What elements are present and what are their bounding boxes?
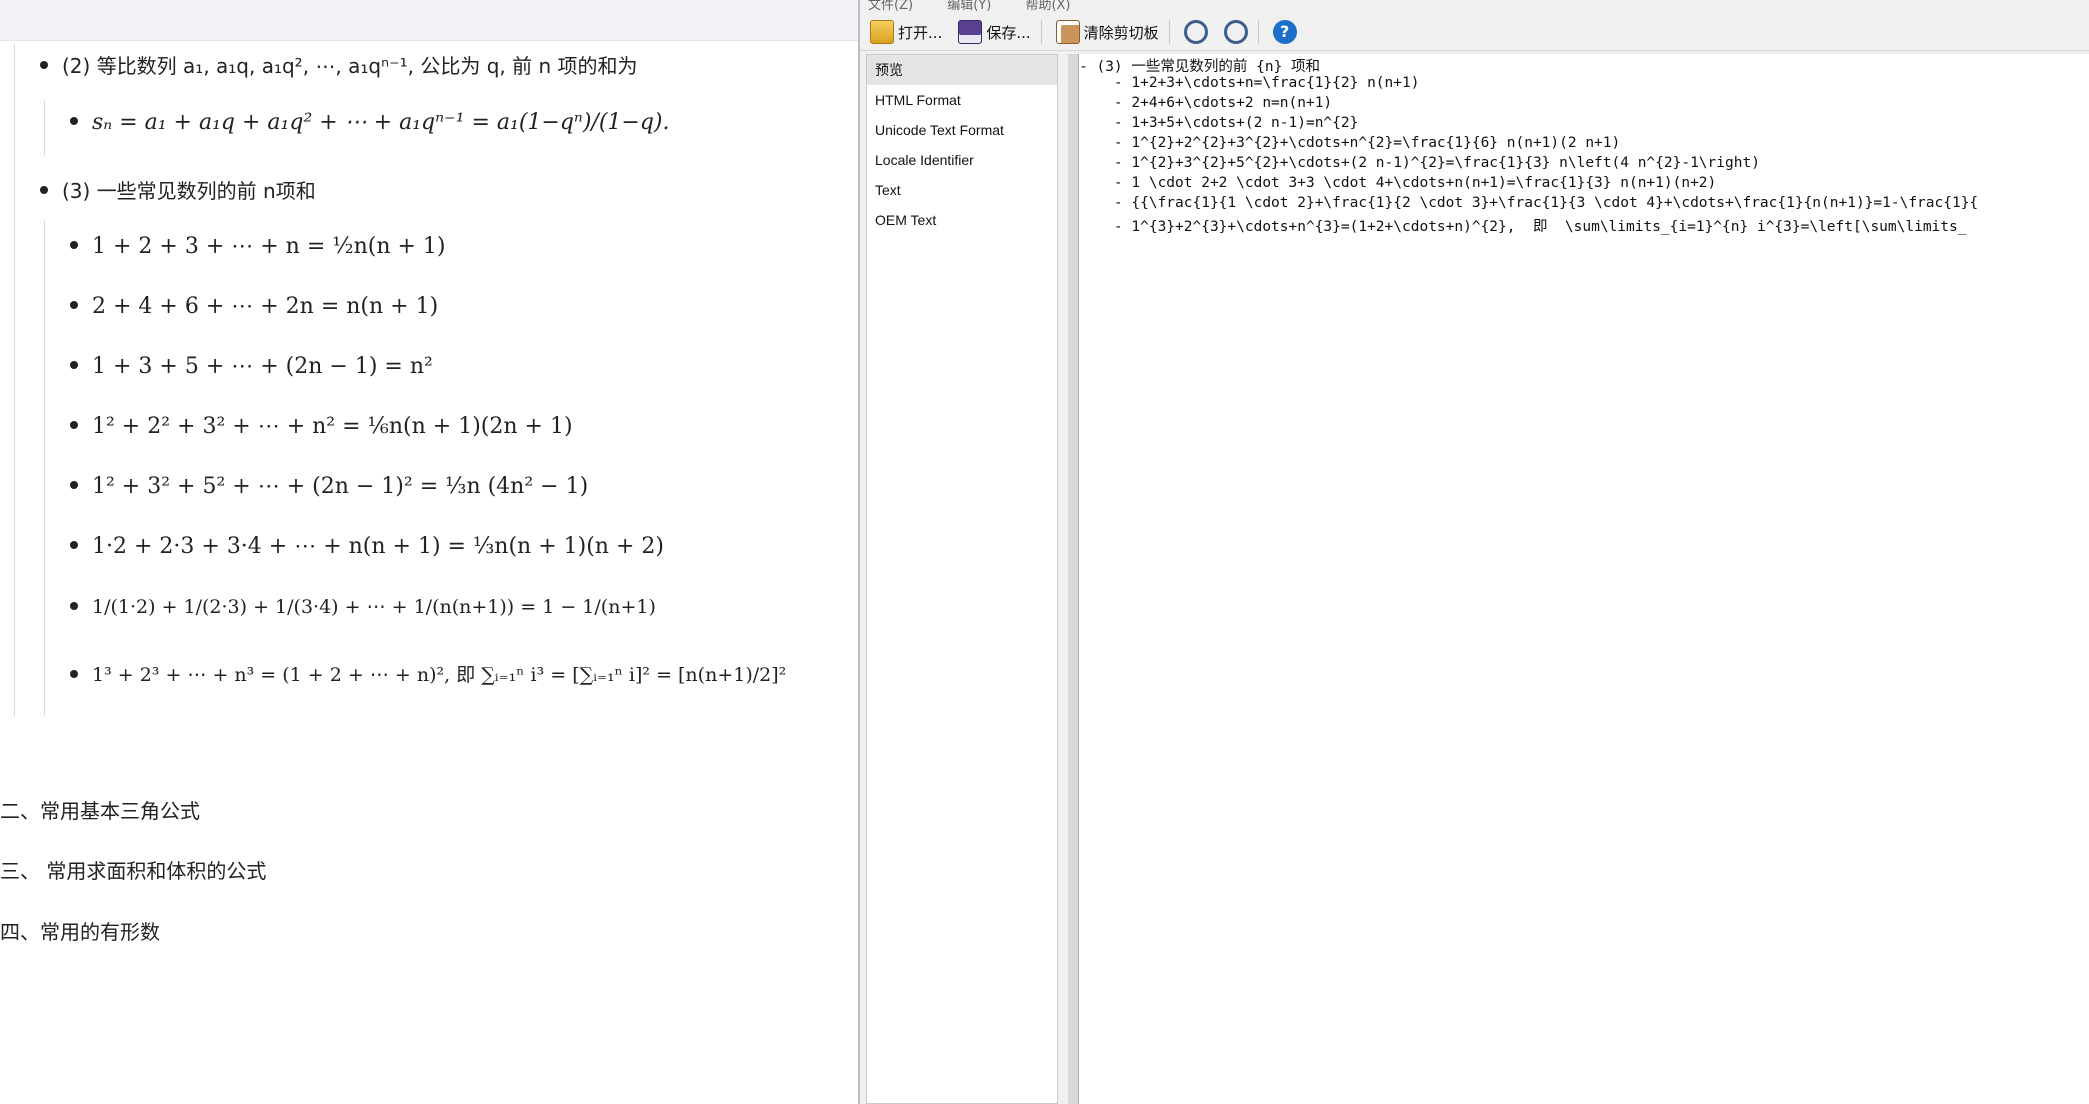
geometric-series-item: (2) 等比数列 a₁, a₁q, a₁q², ⋯, a₁qⁿ⁻¹, 公比为 q… <box>40 50 638 79</box>
document-top-bar <box>0 0 858 41</box>
heading-area-volume-formulas: 三、 常用求面积和体积的公式 <box>0 859 267 883</box>
line-number-gutter <box>1068 54 1079 1104</box>
menu-file[interactable]: 文件(Z) <box>868 0 913 13</box>
format-item-locale-identifier[interactable]: Locale Identifier <box>867 145 1057 175</box>
code-line: - 1+3+5+\cdots+(2 n-1)=n^{2} <box>1079 115 1359 131</box>
toolbar: 打开... 保存... 清除剪切板 ? <box>860 14 2089 51</box>
clear-clipboard-button[interactable]: 清除剪切板 <box>1050 17 1165 47</box>
code-line: - 1^{2}+2^{2}+3^{2}+\cdots+n^{2}=\frac{1… <box>1079 135 1621 151</box>
common-sums-item: (3) 一些常见数列的前 n项和 <box>40 175 316 204</box>
formula-sum-reciprocals: 1/(1·2) + 1/(2·3) + 1/(3·4) + ⋯ + 1/(n(n… <box>70 596 656 618</box>
help-button[interactable]: ? <box>1267 17 1303 47</box>
formula-sum-cubes: 1³ + 2³ + ⋯ + n³ = (1 + 2 + ⋯ + n)², 即 ∑… <box>70 660 786 687</box>
code-line: - {{\frac{1}{1 \cdot 2}+\frac{1}{2 \cdot… <box>1079 195 1979 211</box>
open-button[interactable]: 打开... <box>864 17 948 47</box>
code-line: - 1 \cdot 2+2 \cdot 3+3 \cdot 4+\cdots+n… <box>1079 175 1717 191</box>
formula-sum-products: 1·2 + 2·3 + 3·4 + ⋯ + n(n + 1) = ⅓n(n + … <box>70 534 664 559</box>
clipboard-viewer-window: 文件(Z) 编辑(Y) 帮助(X) 打开... 保存... 清除剪切板 ? 预览 <box>858 0 2089 1104</box>
heading-trig-formulas: 二、常用基本三角公式 <box>0 799 200 823</box>
format-item-oem-text[interactable]: OEM Text <box>867 205 1057 235</box>
formula-sum-odd-squares: 1² + 3² + 5² + ⋯ + (2n − 1)² = ⅓n (4n² −… <box>70 474 588 499</box>
floppy-disk-icon <box>958 20 983 44</box>
menu-edit[interactable]: 编辑(Y) <box>947 0 991 13</box>
zoom-out-button[interactable] <box>1178 17 1214 47</box>
help-icon: ? <box>1272 20 1297 44</box>
heading-figurate-numbers: 四、常用的有形数 <box>0 920 160 944</box>
toolbar-separator <box>1168 20 1170 44</box>
inner-indent-guide-2 <box>44 220 45 716</box>
zoom-in-button[interactable] <box>1218 17 1254 47</box>
toolbar-separator <box>1257 20 1259 44</box>
clipboard-text-preview[interactable]: 1 - (3) 一些常见数列的前 {n} 项和 2 - 1+2+3+\cdots… <box>1079 54 2089 1104</box>
outer-indent-guide <box>14 44 15 716</box>
clipboard-clear-icon <box>1055 20 1080 44</box>
splitter[interactable] <box>1058 54 1068 1104</box>
code-line: - 1+2+3+\cdots+n=\frac{1}{2} n(n+1) <box>1079 75 1420 91</box>
formula-sum-even: 2 + 4 + 6 + ⋯ + 2n = n(n + 1) <box>70 294 438 319</box>
zoom-in-icon <box>1223 20 1248 44</box>
inner-indent-guide-1 <box>44 100 45 156</box>
code-line: - 1^{2}+3^{2}+5^{2}+\cdots+(2 n-1)^{2}=\… <box>1079 155 1760 171</box>
format-item-html[interactable]: HTML Format <box>867 85 1057 115</box>
menu-help[interactable]: 帮助(X) <box>1025 0 1070 13</box>
code-line: - (3) 一些常见数列的前 {n} 项和 <box>1079 59 1321 75</box>
clipboard-format-list: 预览 HTML Format Unicode Text Format Local… <box>866 54 1058 1104</box>
save-button[interactable]: 保存... <box>952 17 1036 47</box>
code-line: - 1^{3}+2^{3}+\cdots+n^{3}=(1+2+\cdots+n… <box>1079 219 1967 235</box>
folder-open-icon <box>870 20 894 44</box>
geometric-sum-formula: sₙ = a₁ + a₁q + a₁q² + ⋯ + a₁qⁿ⁻¹ = a₁(1… <box>70 110 670 135</box>
format-item-preview[interactable]: 预览 <box>867 55 1057 85</box>
rendered-document: (2) 等比数列 a₁, a₁q, a₁q², ⋯, a₁qⁿ⁻¹, 公比为 q… <box>0 0 858 1104</box>
formula-sum-odd: 1 + 3 + 5 + ⋯ + (2n − 1) = n² <box>70 354 433 379</box>
menu-bar: 文件(Z) 编辑(Y) 帮助(X) <box>860 0 2089 14</box>
format-item-text[interactable]: Text <box>867 175 1057 205</box>
formula-sum-squares: 1² + 2² + 3² + ⋯ + n² = ⅙n(n + 1)(2n + 1… <box>70 414 573 439</box>
toolbar-separator <box>1040 20 1042 44</box>
code-line: - 2+4+6+\cdots+2 n=n(n+1) <box>1079 95 1333 111</box>
format-item-unicode-text[interactable]: Unicode Text Format <box>867 115 1057 145</box>
formula-sum-natural: 1 + 2 + 3 + ⋯ + n = ½n(n + 1) <box>70 234 446 259</box>
zoom-out-icon <box>1183 20 1208 44</box>
